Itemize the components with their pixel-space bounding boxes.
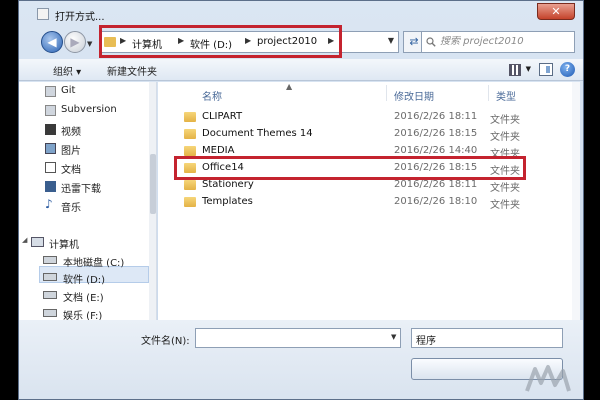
picture-icon <box>45 143 56 154</box>
file-name: Templates <box>202 196 253 207</box>
git-folder-icon <box>45 86 56 97</box>
new-folder-button[interactable]: 新建文件夹 <box>107 63 157 78</box>
forward-button[interactable]: ▶ <box>64 31 86 53</box>
file-type-filter-value: 程序 <box>416 336 436 347</box>
toolbar: 组织 ▾ 新建文件夹 ▼ ? <box>19 59 583 81</box>
computer-icon <box>31 237 44 247</box>
column-divider[interactable] <box>386 85 387 101</box>
search-input[interactable] <box>440 36 570 47</box>
view-dropdown-icon[interactable]: ▼ <box>526 65 531 73</box>
document-icon <box>45 162 56 173</box>
sort-ascending-icon: ▲ <box>286 82 293 91</box>
file-date: 2016/2/26 18:11 <box>394 179 478 190</box>
file-list-scrollbar[interactable] <box>572 82 580 320</box>
organize-button[interactable]: 组织 ▾ <box>53 63 81 78</box>
sidebar-item-videos[interactable]: 视频 <box>61 123 81 138</box>
column-divider[interactable] <box>488 85 489 101</box>
file-date: 2016/2/26 18:10 <box>394 196 478 207</box>
column-header-date[interactable]: 修改日期 <box>394 88 434 103</box>
column-header-name[interactable]: 名称 <box>202 88 222 103</box>
drive-icon <box>43 291 57 299</box>
file-type-filter[interactable]: 程序 <box>411 328 563 348</box>
filename-input[interactable] <box>195 328 401 348</box>
sidebar-scroll-thumb[interactable] <box>150 154 156 214</box>
drive-icon <box>43 309 57 317</box>
music-icon: ♪ <box>45 197 53 211</box>
search-box[interactable] <box>421 31 575 53</box>
selected-row-highlight-box <box>174 156 526 180</box>
file-type: 文件夹 <box>490 183 520 194</box>
file-name: MEDIA <box>202 145 235 156</box>
close-button[interactable]: ✕ <box>537 3 575 20</box>
subversion-folder-icon <box>45 105 56 116</box>
folder-icon <box>184 112 196 122</box>
expand-icon[interactable]: ◢ <box>22 236 27 244</box>
filename-dropdown-icon[interactable]: ▼ <box>391 333 396 341</box>
video-icon <box>45 124 56 135</box>
address-dropdown-icon[interactable]: ▼ <box>388 36 394 45</box>
file-type: 文件夹 <box>490 115 520 126</box>
refresh-icon: ⇄ <box>409 35 419 48</box>
folder-icon <box>184 197 196 207</box>
address-highlight-box <box>99 25 342 58</box>
file-type: 文件夹 <box>490 200 520 211</box>
help-icon[interactable]: ? <box>560 62 575 77</box>
watermark-logo-icon <box>525 365 571 392</box>
filename-label: 文件名(N): <box>141 336 190 347</box>
navigation-pane: Git Subversion 视频 图片 文档 迅雷下载 ♪ 音乐 ◢ 计算机 … <box>19 82 157 320</box>
file-list: ▲ 名称 修改日期 类型 CLIPART 2016/2/26 18:11 文件夹… <box>158 82 580 320</box>
preview-pane-icon[interactable] <box>539 63 553 76</box>
history-dropdown-icon[interactable]: ▼ <box>87 40 92 48</box>
window-title: 打开方式... <box>55 12 105 23</box>
sidebar-item-git[interactable]: Git <box>61 85 75 96</box>
sidebar-drive-c[interactable]: 本地磁盘 (C:) <box>63 254 124 269</box>
back-arrow-icon: ◀ <box>47 35 57 49</box>
drive-icon <box>43 273 57 281</box>
sidebar-item-computer[interactable]: 计算机 <box>49 236 79 251</box>
file-type: 文件夹 <box>490 132 520 143</box>
sidebar-scrollbar[interactable] <box>149 82 156 320</box>
file-date: 2016/2/26 18:15 <box>394 128 478 139</box>
view-icon[interactable] <box>509 64 521 76</box>
column-header-type[interactable]: 类型 <box>496 88 516 103</box>
file-name: Stationery <box>202 179 254 190</box>
file-date: 2016/2/26 14:40 <box>394 145 478 156</box>
file-name: CLIPART <box>202 111 243 122</box>
drive-icon <box>43 256 57 264</box>
sidebar-item-thunder-downloads[interactable]: 迅雷下载 <box>61 180 101 195</box>
sidebar-item-subversion[interactable]: Subversion <box>61 104 117 115</box>
table-row[interactable]: CLIPART 2016/2/26 18:11 文件夹 <box>178 109 558 126</box>
file-date: 2016/2/26 18:11 <box>394 111 478 122</box>
sidebar-drive-f[interactable]: 娱乐 (F:) <box>63 307 102 320</box>
folder-icon <box>184 146 196 156</box>
sidebar-drive-e[interactable]: 文档 (E:) <box>63 289 104 304</box>
sidebar-item-music[interactable]: 音乐 <box>61 199 81 214</box>
folder-icon <box>184 129 196 139</box>
forward-arrow-icon: ▶ <box>70 35 80 49</box>
table-row[interactable]: Document Themes 14 2016/2/26 18:15 文件夹 <box>178 126 558 143</box>
bottom-panel: 文件名(N): ▼ 程序 <box>19 320 583 399</box>
window-app-icon <box>37 8 49 20</box>
table-row[interactable]: Templates 2016/2/26 18:10 文件夹 <box>178 194 558 211</box>
folder-icon <box>184 180 196 190</box>
sidebar-item-documents[interactable]: 文档 <box>61 161 81 176</box>
open-with-dialog: 打开方式... ✕ ◀ ▶ ▼ ▶ 计算机 ▶ 软件 (D:) ▶ projec… <box>18 0 584 400</box>
sidebar-item-pictures[interactable]: 图片 <box>61 142 81 157</box>
screenshot-frame: 打开方式... ✕ ◀ ▶ ▼ ▶ 计算机 ▶ 软件 (D:) ▶ projec… <box>0 0 600 400</box>
sidebar-drive-d[interactable]: 软件 (D:) <box>63 271 105 286</box>
file-name: Document Themes 14 <box>202 128 313 139</box>
search-icon <box>426 37 436 47</box>
close-icon: ✕ <box>551 5 561 18</box>
back-button[interactable]: ◀ <box>41 31 63 53</box>
download-icon <box>45 181 56 192</box>
title-bar: 打开方式... ✕ <box>19 1 583 27</box>
